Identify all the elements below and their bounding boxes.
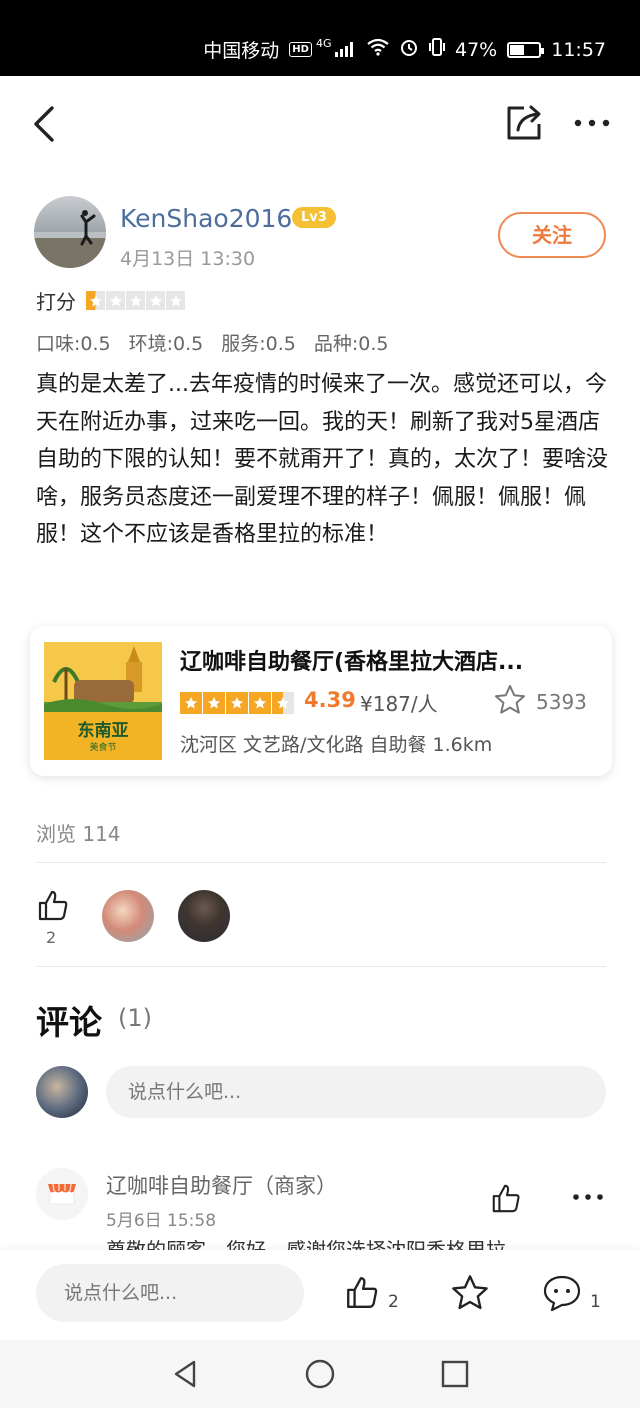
rating-star — [203, 692, 225, 714]
subscore-taste: 口味:0.5 — [36, 333, 111, 355]
liker-avatar[interactable] — [178, 890, 230, 942]
like-count: 2 — [46, 928, 57, 947]
merchant-reply-text: 尊敬的顾客，您好，感谢您选择沈阳香格里拉 — [106, 1238, 506, 1250]
nav-back-icon[interactable] — [170, 1358, 200, 1390]
merchant-avatar[interactable] — [36, 1168, 88, 1220]
rating-star — [180, 692, 202, 714]
system-nav-bar — [0, 1340, 640, 1408]
review-date: 4月13日 13:30 — [120, 248, 256, 270]
subscore-environment: 环境:0.5 — [128, 333, 204, 355]
thumbs-up-icon[interactable] — [490, 1182, 522, 1214]
rating-star — [146, 291, 165, 310]
shop-address: 沈河区 文艺路/文化路 自助餐 1.6km — [180, 734, 493, 756]
more-icon[interactable] — [570, 1184, 606, 1210]
view-count: 浏览 114 — [36, 822, 121, 846]
merchant-name[interactable]: 辽咖啡自助餐厅（商家） — [106, 1170, 337, 1200]
signal-icon: 4G — [316, 37, 357, 58]
review-text: 真的是太差了...去年疫情的时候来了一次。感觉还可以，今天在附近办事，过来吃一回… — [36, 372, 609, 547]
subscore-service: 服务:0.5 — [221, 333, 296, 355]
rating-star — [249, 692, 271, 714]
rating-star — [106, 291, 125, 310]
rating-star — [126, 291, 145, 310]
liker-avatar[interactable] — [102, 890, 154, 942]
share-icon[interactable] — [504, 102, 544, 142]
reviewer-avatar[interactable] — [34, 196, 106, 268]
chevron-left-icon[interactable] — [28, 102, 62, 146]
shop-score: 4.39 — [304, 688, 356, 712]
review-stars — [86, 291, 185, 310]
comments-count: (1) — [118, 1004, 152, 1032]
battery-icon — [507, 41, 545, 58]
shop-image: 东南亚 美食节 — [44, 642, 162, 760]
clock: 11:57 — [551, 38, 606, 61]
bottom-comment-count: 1 — [590, 1292, 601, 1312]
shop-stars — [180, 692, 294, 714]
hd-badge: HD — [289, 42, 312, 57]
battery-fill — [510, 44, 525, 55]
subscore-variety: 品种:0.5 — [313, 333, 389, 355]
shop-image-subtext: 美食节 — [89, 741, 116, 753]
follow-button[interactable]: 关注 — [498, 212, 606, 258]
vibrate-icon — [429, 37, 445, 62]
rating-star — [272, 692, 294, 714]
level-badge: Lv3 — [292, 207, 336, 228]
bottom-like-count: 2 — [388, 1292, 399, 1312]
rating-label: 打分 — [36, 290, 76, 314]
comment-input[interactable]: 说点什么吧... — [106, 1066, 606, 1118]
status-bar: 中国移动 HD 4G 47% 11:57 — [0, 0, 640, 76]
reviewer-username[interactable]: KenShao2016 — [120, 204, 292, 233]
shop-name[interactable]: 辽咖啡自助餐厅(香格里拉大酒店... — [180, 644, 600, 676]
merchant-date: 5月6日 15:58 — [106, 1211, 217, 1231]
nav-home-icon[interactable] — [304, 1358, 336, 1390]
battery-percent: 47% — [455, 38, 498, 61]
my-avatar — [36, 1066, 88, 1118]
divider — [36, 862, 606, 863]
subscores: 口味:0.5 环境:0.5 服务:0.5 品种:0.5 — [36, 329, 389, 356]
star-icon[interactable] — [450, 1274, 490, 1312]
shop-price: ¥187/人 — [360, 692, 438, 716]
wifi-icon — [367, 38, 389, 61]
comment-bubble-icon[interactable] — [542, 1274, 582, 1312]
bottom-comment-input[interactable]: 说点什么吧... — [36, 1264, 304, 1322]
nav-bar — [0, 76, 640, 172]
divider — [36, 966, 606, 967]
shop-favorites-count: 5393 — [536, 690, 587, 714]
favorite-star-icon[interactable] — [494, 684, 526, 716]
carrier-label: 中国移动 — [203, 40, 280, 62]
more-icon[interactable] — [574, 114, 610, 127]
thumbs-up-icon[interactable] — [344, 1274, 380, 1310]
rating-star — [226, 692, 248, 714]
alarm-icon — [399, 37, 419, 62]
bottom-action-bar: 说点什么吧... 2 1 — [0, 1250, 640, 1340]
status-bar-right: 中国移动 HD 4G 47% 11:57 — [203, 36, 606, 63]
thumbs-up-icon[interactable] — [36, 888, 70, 922]
rating-star — [86, 291, 105, 310]
network-label: 4G — [315, 37, 332, 50]
rating-star — [166, 291, 185, 310]
nav-recents-icon[interactable] — [440, 1359, 470, 1389]
comments-title: 评论 — [36, 1003, 102, 1042]
rating-row: 打分 — [36, 286, 185, 315]
shop-card[interactable]: 东南亚 美食节 辽咖啡自助餐厅(香格里拉大酒店... 4.39 ¥187/人 5… — [30, 626, 612, 776]
shop-image-text: 东南亚 — [78, 720, 129, 741]
